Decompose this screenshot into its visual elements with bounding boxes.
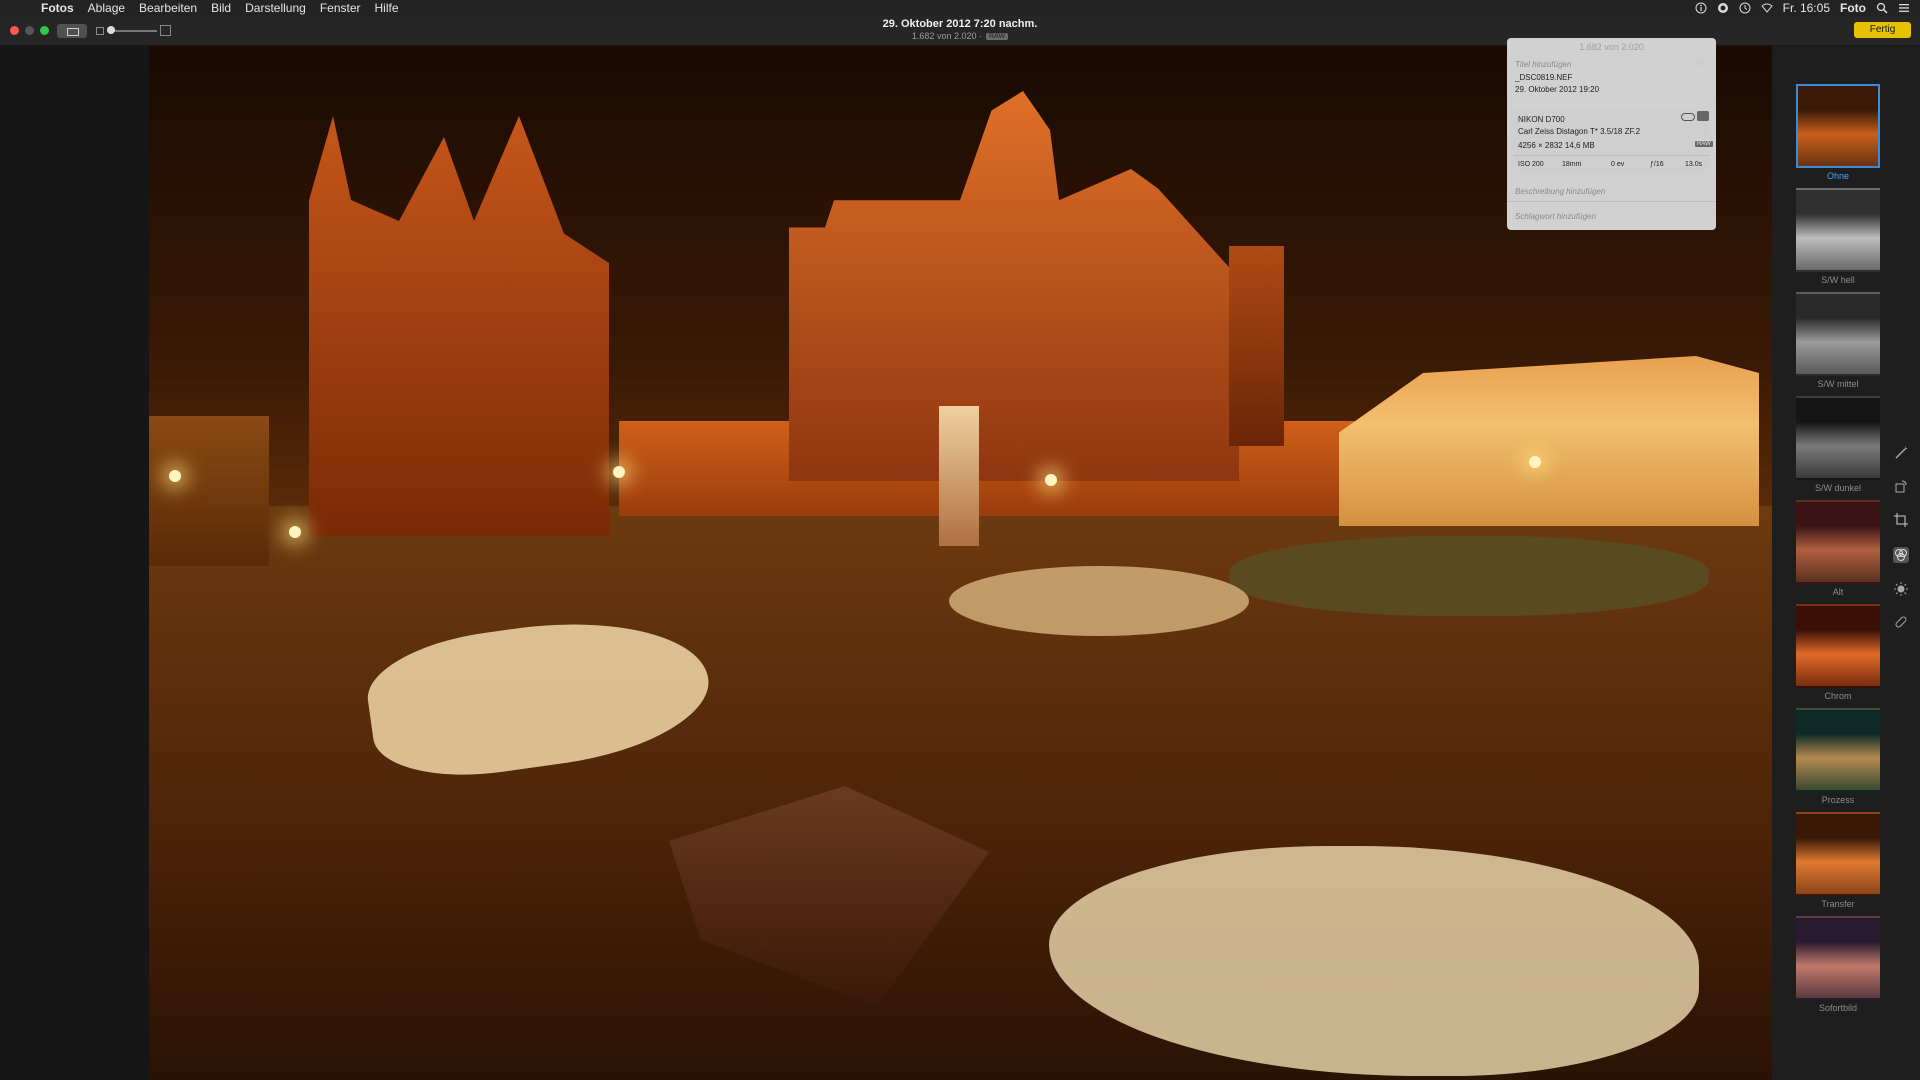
- rotate-icon[interactable]: [1893, 478, 1909, 494]
- exif-focal-length: 18mm: [1562, 161, 1582, 168]
- add-description-field[interactable]: Beschreibung hinzufügen: [1515, 187, 1605, 196]
- filter-label: S/W dunkel: [1814, 483, 1862, 493]
- filters-icon[interactable]: [1893, 547, 1909, 563]
- info-status-icon[interactable]: [1695, 2, 1707, 14]
- filter-thumbnail[interactable]: [1796, 708, 1880, 792]
- filter-thumbnail[interactable]: [1796, 812, 1880, 896]
- filter-label: Prozess: [1821, 795, 1855, 805]
- filter-thumbnail[interactable]: [1796, 396, 1880, 480]
- filter-transfer[interactable]: Transfer: [1796, 812, 1880, 909]
- notification-center-icon[interactable]: [1898, 2, 1910, 14]
- photo-date-title: 29. Oktober 2012 7:20 nachm.: [882, 18, 1038, 30]
- filter-label: Ohne: [1826, 171, 1850, 181]
- menu-darstellung[interactable]: Darstellung: [245, 1, 306, 15]
- photo-left-building: [149, 416, 269, 566]
- add-title-field[interactable]: Titel hinzufügen: [1515, 60, 1571, 69]
- wifi-icon[interactable]: [1760, 2, 1773, 14]
- photo-street-lamp: [289, 526, 301, 538]
- filter-prozess[interactable]: Prozess: [1796, 708, 1880, 805]
- filter-label: S/W hell: [1821, 275, 1855, 285]
- dimensions-size: 4256 × 2832 14,6 MB: [1518, 141, 1595, 150]
- photo-statue: [939, 406, 979, 546]
- filter-label: Sofortbild: [1818, 1003, 1858, 1013]
- menu-ablage[interactable]: Ablage: [88, 1, 125, 15]
- sync-status-icon[interactable]: [1717, 2, 1729, 14]
- exif-aperture: ƒ/16: [1650, 161, 1664, 168]
- filter-label: S/W mittel: [1817, 379, 1859, 389]
- camera-model: NIKON D700: [1518, 115, 1565, 124]
- add-keyword-field[interactable]: Schlagwort hinzufügen: [1515, 212, 1596, 221]
- magic-wand-icon[interactable]: [1893, 445, 1909, 461]
- menu-bearbeiten[interactable]: Bearbeiten: [139, 1, 197, 15]
- crop-icon[interactable]: [1893, 512, 1909, 528]
- clock[interactable]: Fr. 16:05: [1783, 1, 1830, 15]
- filter-label: Alt: [1832, 587, 1844, 597]
- filter-sofortbild[interactable]: Sofortbild: [1796, 916, 1880, 1013]
- photo-street-lamp: [613, 466, 625, 478]
- filter-thumbnail[interactable]: [1796, 604, 1880, 688]
- filename: _DSC0819.NEF: [1515, 73, 1573, 82]
- adjust-icon[interactable]: [1893, 581, 1909, 597]
- filter-sw-dunkel[interactable]: S/W dunkel: [1796, 396, 1880, 493]
- info-panel: 1.682 von 2.020 Titel hinzufügen ♡ _DSC0…: [1507, 38, 1716, 230]
- exif-shutter: 13.0s: [1685, 161, 1703, 168]
- divider: [1507, 201, 1716, 202]
- photo-snow-patch: [949, 566, 1249, 636]
- status-area: Fr. 16:05 Foto: [1695, 0, 1910, 16]
- camera-icon: [1697, 111, 1709, 121]
- active-user-label[interactable]: Foto: [1840, 1, 1866, 15]
- divider: [1513, 155, 1710, 156]
- filter-thumbnail[interactable]: [1796, 84, 1880, 168]
- photo-street-lamp: [1045, 474, 1057, 486]
- photo-shrubs: [1229, 536, 1709, 616]
- filter-ohne[interactable]: Ohne: [1796, 84, 1880, 181]
- filter-sw-hell[interactable]: S/W hell: [1796, 188, 1880, 285]
- filter-thumbnail[interactable]: [1796, 500, 1880, 584]
- menu-fenster[interactable]: Fenster: [320, 1, 361, 15]
- filter-panel: Ohne S/W hell S/W mittel S/W dunkel Alt …: [1772, 46, 1920, 1080]
- capture-datetime: 29. Oktober 2012 19:20: [1515, 85, 1600, 94]
- menu-hilfe[interactable]: Hilfe: [375, 1, 399, 15]
- favorite-heart-icon[interactable]: ♡: [1697, 58, 1705, 69]
- menu-fotos[interactable]: Fotos: [41, 1, 74, 15]
- filter-thumbnail[interactable]: [1796, 188, 1880, 272]
- spotlight-search-icon[interactable]: [1876, 2, 1888, 14]
- filter-label: Transfer: [1821, 899, 1855, 909]
- time-machine-icon[interactable]: [1739, 2, 1751, 14]
- photo-position-text: 1.682 von 2.020 ·: [911, 31, 982, 41]
- cloud-icon: [1681, 113, 1695, 121]
- filter-thumbnail[interactable]: [1796, 916, 1880, 1000]
- photo-street-lamp: [1529, 456, 1541, 468]
- retouch-bandage-icon[interactable]: [1893, 614, 1909, 630]
- menu-bar: Fotos Ablage Bearbeiten Bild Darstellung…: [0, 0, 1920, 16]
- filter-label: Chrom: [1824, 691, 1852, 701]
- lens-name: Carl Zeiss Distagon T* 3.5/18 ZF.2: [1518, 127, 1641, 136]
- raw-badge: RAW: [1695, 141, 1713, 147]
- photo-street-lamp: [169, 470, 181, 482]
- exif-iso: ISO 200: [1518, 161, 1544, 168]
- done-button[interactable]: Fertig: [1854, 22, 1911, 38]
- photo-bell-tower: [1229, 246, 1284, 446]
- menu-bild[interactable]: Bild: [211, 1, 231, 15]
- filter-sw-mittel[interactable]: S/W mittel: [1796, 292, 1880, 389]
- filter-alt[interactable]: Alt: [1796, 500, 1880, 597]
- raw-badge: RAW: [985, 33, 1009, 40]
- info-counter: 1.682 von 2.020: [1579, 42, 1644, 52]
- exif-exposure-bias: 0 ev: [1611, 161, 1625, 168]
- filter-thumbnail[interactable]: [1796, 292, 1880, 376]
- filter-chrom[interactable]: Chrom: [1796, 604, 1880, 701]
